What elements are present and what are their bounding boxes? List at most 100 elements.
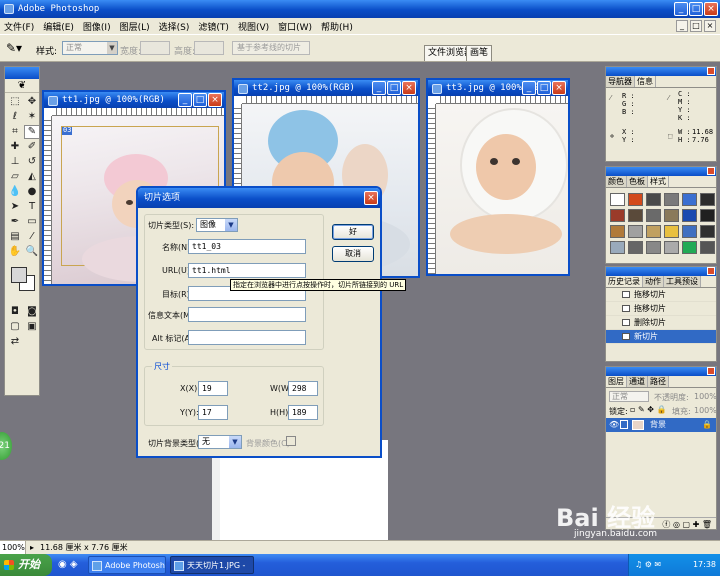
- lasso-tool-icon[interactable]: ℓ: [7, 110, 23, 124]
- menu-help[interactable]: 帮助(H): [321, 20, 353, 33]
- horizontal-ruler[interactable]: [52, 108, 224, 116]
- close-button[interactable]: ×: [402, 81, 416, 95]
- w-field[interactable]: 298: [288, 381, 318, 396]
- style-swatch[interactable]: [610, 193, 625, 206]
- zoom-level[interactable]: 100%: [0, 541, 26, 554]
- palette-close-icon[interactable]: [707, 67, 715, 75]
- history-item[interactable]: 删除切片: [606, 316, 716, 330]
- notes-tool-icon[interactable]: ▤: [7, 230, 23, 244]
- document-window-tt3[interactable]: tt3.jpg @ 100%(RGB) _ □ ×: [426, 78, 570, 276]
- y-field[interactable]: 17: [198, 405, 228, 420]
- opacity-value[interactable]: 100%: [694, 392, 717, 401]
- foreground-color-swatch[interactable]: [11, 267, 27, 283]
- eraser-tool-icon[interactable]: ▱: [7, 170, 23, 184]
- menu-edit[interactable]: 编辑(E): [43, 20, 74, 33]
- minimize-button[interactable]: _: [178, 93, 192, 107]
- shape-tool-icon[interactable]: ▭: [24, 215, 40, 229]
- menu-filter[interactable]: 滤镜(T): [198, 20, 229, 33]
- lock-icons[interactable]: ▫ ✎ ✥ 🔒: [630, 405, 666, 414]
- style-swatch[interactable]: [610, 225, 625, 238]
- layer-action-icons[interactable]: ⓕ ◎ ▢ ✚ 🗑: [662, 519, 712, 530]
- tab-channels[interactable]: 通道: [627, 376, 648, 387]
- healing-brush-tool-icon[interactable]: ✚: [7, 140, 23, 154]
- style-swatch[interactable]: [664, 241, 679, 254]
- style-swatch[interactable]: [664, 193, 679, 206]
- close-button[interactable]: ×: [208, 93, 222, 107]
- width-field[interactable]: [140, 41, 170, 55]
- history-item-current[interactable]: 新切片: [606, 330, 716, 344]
- maximize-button[interactable]: □: [387, 81, 401, 95]
- tab-paths[interactable]: 路径: [648, 376, 669, 387]
- slices-from-guides-button[interactable]: 基于参考线的切片: [232, 41, 310, 55]
- menu-file[interactable]: 文件(F): [4, 20, 34, 33]
- style-swatch[interactable]: [610, 209, 625, 222]
- alt-tag-field[interactable]: [188, 330, 306, 345]
- task-image-viewer[interactable]: 天天切片1.JPG -: [170, 556, 254, 574]
- slice-tool-icon[interactable]: ✎: [24, 125, 40, 139]
- style-swatch[interactable]: [646, 225, 661, 238]
- palette-close-icon[interactable]: [707, 267, 715, 275]
- path-selection-tool-icon[interactable]: ➤: [7, 200, 23, 214]
- tab-brushes[interactable]: 画笔: [466, 45, 493, 61]
- clone-stamp-tool-icon[interactable]: ⊥: [7, 155, 23, 169]
- style-swatch[interactable]: [682, 193, 697, 206]
- zoom-tool-icon[interactable]: 🔍: [24, 245, 40, 259]
- tab-navigator[interactable]: 导航器: [606, 76, 635, 87]
- tab-layers[interactable]: 图层: [606, 376, 627, 387]
- close-button[interactable]: ×: [704, 2, 718, 16]
- dodge-tool-icon[interactable]: ●: [24, 185, 40, 199]
- brush-tool-icon[interactable]: ✐: [24, 140, 40, 154]
- menu-select[interactable]: 选择(S): [159, 20, 190, 33]
- style-swatch[interactable]: [646, 241, 661, 254]
- quick-launch-icons[interactable]: ◉ ◈: [58, 559, 78, 570]
- style-swatch[interactable]: [682, 209, 697, 222]
- image-canvas[interactable]: [436, 104, 568, 274]
- x-field[interactable]: 19: [198, 381, 228, 396]
- jump-to-imageready-icon[interactable]: ⇄: [7, 335, 23, 349]
- horizontal-ruler[interactable]: [242, 96, 418, 104]
- cancel-button[interactable]: 取消: [332, 246, 374, 262]
- doc-minimize-button[interactable]: _: [676, 20, 688, 32]
- history-item[interactable]: 拖移切片: [606, 288, 716, 302]
- pen-tool-icon[interactable]: ✒: [7, 215, 23, 229]
- background-color-swatch[interactable]: [286, 436, 296, 446]
- ok-button[interactable]: 好: [332, 224, 374, 240]
- fill-value[interactable]: 100%: [694, 406, 717, 415]
- style-swatch[interactable]: [646, 209, 661, 222]
- menu-view[interactable]: 视图(V): [238, 20, 269, 33]
- type-tool-icon[interactable]: T: [24, 200, 40, 214]
- feather-logo-icon[interactable]: ❦: [5, 79, 39, 93]
- vertical-ruler[interactable]: [44, 116, 52, 284]
- screen-mode-standard-icon[interactable]: ▢: [7, 320, 23, 334]
- slice-type-select[interactable]: 图像 ▼: [196, 218, 238, 232]
- eye-icon[interactable]: 👁: [609, 418, 619, 432]
- name-field[interactable]: tt1_03: [188, 239, 306, 254]
- minimize-button[interactable]: _: [674, 2, 688, 16]
- style-swatch[interactable]: [682, 225, 697, 238]
- style-swatch[interactable]: [664, 225, 679, 238]
- tray-icons[interactable]: ♫ ⚙ ✉: [635, 554, 661, 576]
- message-text-field[interactable]: [188, 307, 306, 322]
- tab-swatches[interactable]: 色板: [627, 176, 648, 187]
- screen-mode-full-icon[interactable]: ▣: [24, 320, 40, 334]
- style-swatch[interactable]: [700, 241, 715, 254]
- blend-mode-select[interactable]: 正常: [609, 391, 649, 402]
- horizontal-ruler[interactable]: [436, 96, 568, 104]
- history-brush-tool-icon[interactable]: ↺: [24, 155, 40, 169]
- background-type-select[interactable]: 无 ▼: [198, 435, 242, 449]
- style-swatch[interactable]: [610, 241, 625, 254]
- marquee-tool-icon[interactable]: ⬚: [7, 95, 23, 109]
- height-field[interactable]: [194, 41, 224, 55]
- palette-close-icon[interactable]: [707, 167, 715, 175]
- style-select[interactable]: 正常 ▼: [62, 41, 118, 55]
- paint-bucket-tool-icon[interactable]: ◭: [24, 170, 40, 184]
- slice-tool-preset-icon[interactable]: ✎▾: [6, 41, 28, 57]
- minimize-button[interactable]: _: [522, 81, 536, 95]
- url-field[interactable]: tt1.html: [188, 263, 306, 278]
- menu-image[interactable]: 图像(I): [83, 20, 111, 33]
- vertical-ruler[interactable]: [428, 104, 436, 274]
- h-field[interactable]: 189: [288, 405, 318, 420]
- layer-row-background[interactable]: 👁 背景 🔒: [606, 418, 716, 432]
- style-swatch[interactable]: [628, 225, 643, 238]
- doc-close-button[interactable]: ×: [704, 20, 716, 32]
